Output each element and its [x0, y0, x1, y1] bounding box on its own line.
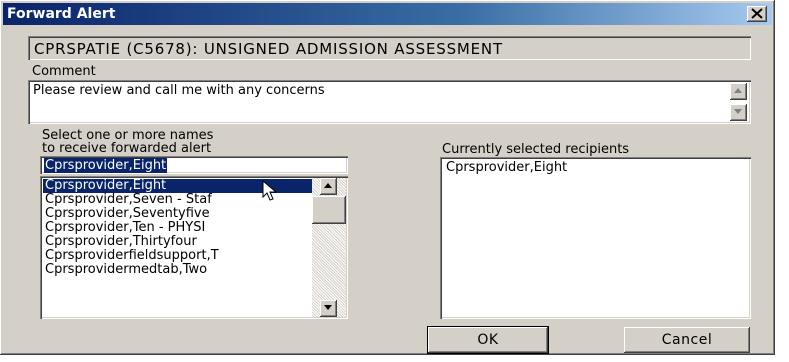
list-item[interactable]: Cprsprovider,Eight: [446, 160, 567, 175]
close-button[interactable]: [747, 6, 767, 22]
name-search-input[interactable]: Cprsprovider,Eight: [40, 156, 348, 174]
names-listbox[interactable]: Cprsprovider,Eight Cprsprovider,Seven - …: [40, 176, 348, 319]
close-icon: [751, 8, 763, 19]
forward-alert-dialog: Forward Alert CPRSPATIE (C5678): UNSIGNE…: [0, 0, 775, 355]
comment-scroll-up-button[interactable]: [730, 83, 747, 100]
mouse-pointer-icon: [262, 180, 278, 201]
alert-text: CPRSPATIE (C5678): UNSIGNED ADMISSION AS…: [34, 40, 503, 58]
comment-scroll-down-button[interactable]: [730, 104, 747, 121]
scroll-up-arrow-icon: [324, 183, 332, 188]
list-item[interactable]: Cprsproviderfieldsupport,T: [43, 249, 315, 263]
comment-textarea[interactable]: Please review and call me with any conce…: [28, 80, 751, 124]
list-item[interactable]: Cprsprovider,Seventyfive: [43, 207, 315, 221]
list-item[interactable]: Cprsprovider,Thirtyfour: [43, 235, 315, 249]
comment-label: Comment: [32, 64, 96, 79]
recipients-listbox[interactable]: Cprsprovider,Eight: [440, 157, 751, 319]
names-scroll-down-button[interactable]: [320, 300, 337, 317]
alert-text-field: CPRSPATIE (C5678): UNSIGNED ADMISSION AS…: [28, 36, 751, 60]
list-item[interactable]: Cprsprovider,Ten - PHYSI: [43, 221, 315, 235]
recipients-label: Currently selected recipients: [442, 142, 630, 157]
title-bar[interactable]: Forward Alert: [3, 3, 772, 25]
scroll-down-arrow-icon: [734, 109, 742, 114]
names-scrollbar[interactable]: [312, 178, 346, 317]
select-names-label-line2: to receive forwarded alert: [42, 141, 212, 156]
cancel-button[interactable]: Cancel: [624, 327, 750, 353]
names-scroll-thumb[interactable]: [312, 196, 346, 224]
list-item[interactable]: Cprsprovidermedtab,Two: [43, 263, 315, 277]
comment-value: Please review and call me with any conce…: [33, 83, 325, 98]
scroll-down-arrow-icon: [324, 305, 332, 310]
window-title: Forward Alert: [7, 6, 116, 22]
name-search-value: Cprsprovider,Eight: [44, 158, 168, 173]
scroll-up-arrow-icon: [734, 88, 742, 93]
names-scroll-up-button[interactable]: [320, 178, 337, 195]
ok-button[interactable]: OK: [428, 327, 548, 353]
